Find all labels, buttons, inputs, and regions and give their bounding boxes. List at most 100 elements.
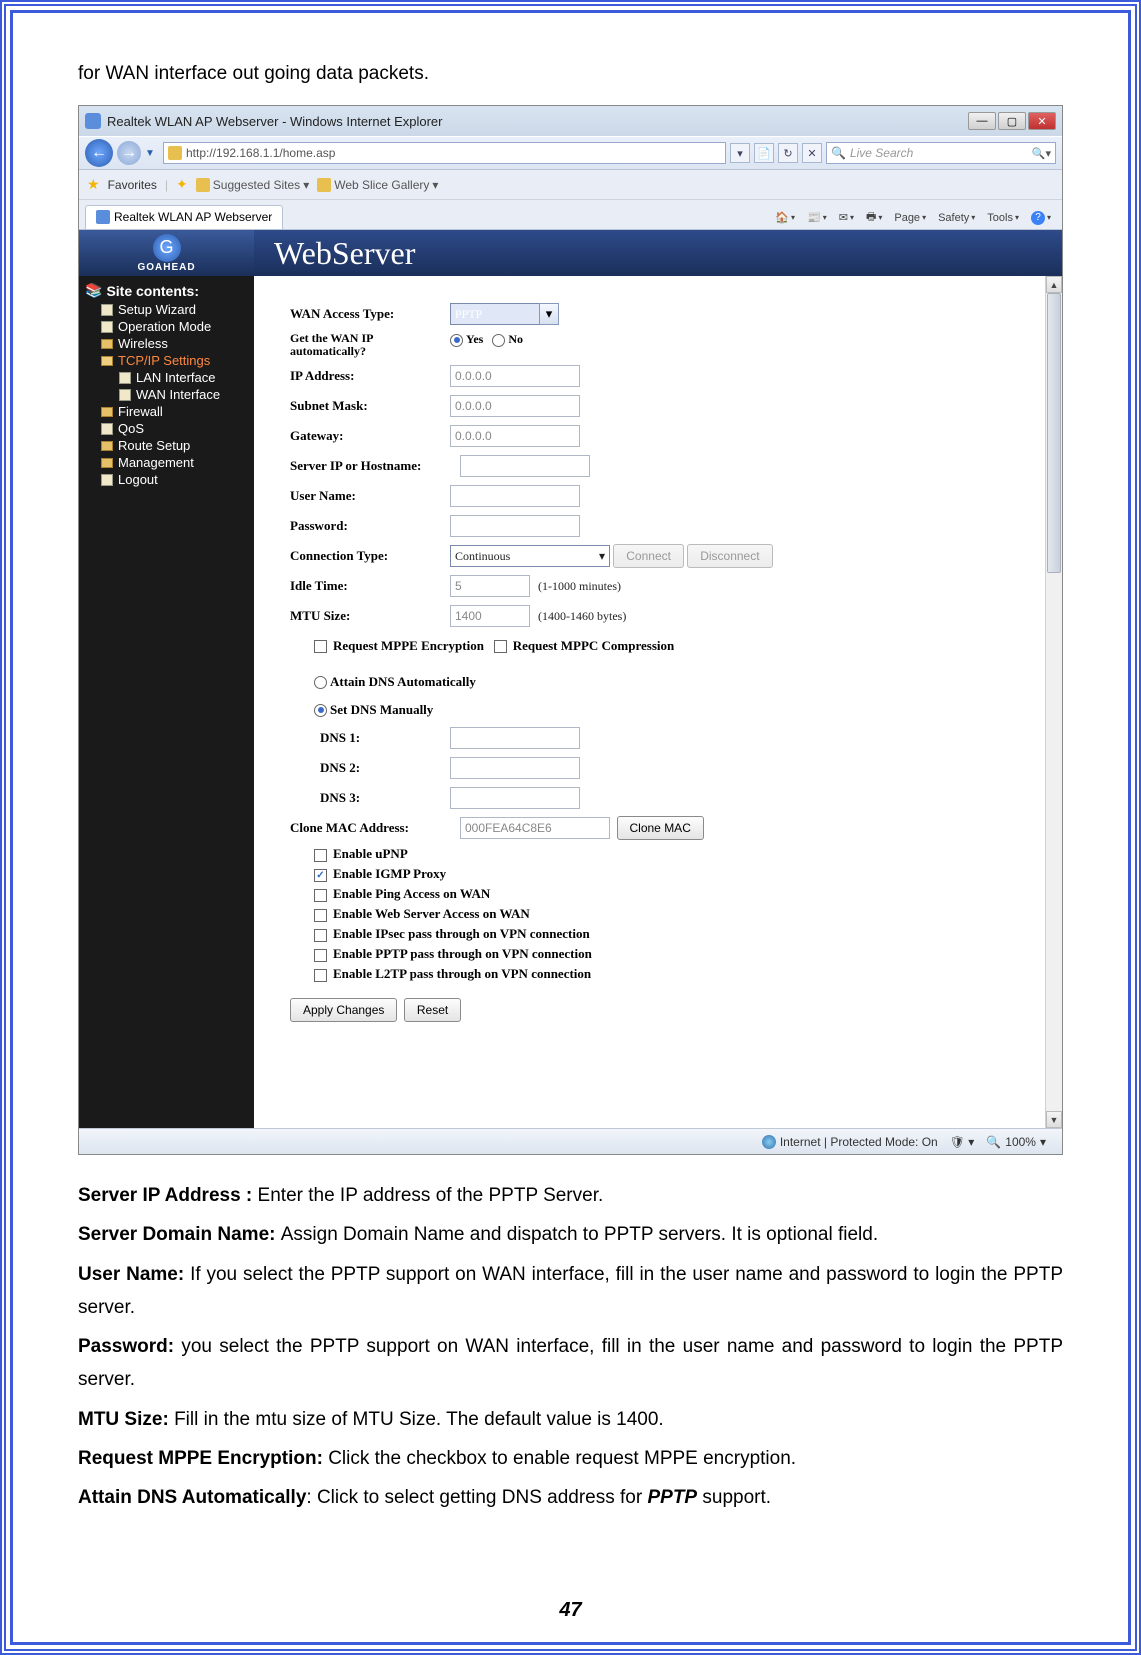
tree-logout[interactable]: Logout	[85, 471, 254, 488]
mppe-checkbox[interactable]	[314, 640, 327, 653]
reset-button[interactable]: Reset	[404, 998, 461, 1022]
mtu-input[interactable]	[450, 605, 530, 627]
tree-qos[interactable]: QoS	[85, 420, 254, 437]
safety-menu[interactable]: Safety▾	[933, 210, 980, 226]
tree-tcpip[interactable]: TCP/IP Settings	[85, 352, 254, 369]
page-menu[interactable]: Page▾	[889, 210, 931, 226]
zoom-status[interactable]: 🔍 100% ▾	[980, 1135, 1052, 1149]
wan-ip-yes-radio[interactable]	[450, 334, 463, 347]
mail-icon[interactable]: ✉▾	[834, 209, 859, 226]
page-number: 47	[13, 1599, 1128, 1622]
password-label: Password:	[290, 518, 450, 534]
l2tp-label: Enable L2TP pass through on VPN connecti…	[333, 966, 591, 981]
close-button[interactable]: ✕	[1028, 112, 1056, 130]
upnp-checkbox[interactable]	[314, 849, 327, 862]
scroll-up-icon[interactable]: ▲	[1046, 276, 1062, 293]
apply-button[interactable]: Apply Changes	[290, 998, 397, 1022]
dns2-input[interactable]	[450, 757, 580, 779]
url-dropdown-icon[interactable]: ▾	[730, 143, 750, 163]
connect-button[interactable]: Connect	[613, 544, 684, 568]
l2tp-checkbox[interactable]	[314, 969, 327, 982]
page-icon	[317, 178, 331, 192]
search-input[interactable]: 🔍 Live Search 🔍▾	[826, 142, 1056, 164]
search-placeholder: Live Search	[850, 146, 1028, 160]
wan-ip-no-radio[interactable]	[492, 334, 505, 347]
mppc-checkbox[interactable]	[494, 640, 507, 653]
username-label: User Name:	[290, 488, 450, 504]
chevron-down-icon[interactable]: ▾	[539, 303, 559, 325]
minimize-button[interactable]: —	[968, 112, 996, 130]
subnet-input[interactable]	[450, 395, 580, 417]
webserver-checkbox[interactable]	[314, 909, 327, 922]
ip-address-input[interactable]	[450, 365, 580, 387]
conn-type-select[interactable]: Continuous▾	[450, 545, 610, 567]
tree-setup-wizard[interactable]: Setup Wizard	[85, 301, 254, 318]
url-text: http://192.168.1.1/home.asp	[186, 146, 721, 160]
desc-mppe: Click the checkbox to enable request MPP…	[328, 1448, 796, 1469]
tree-route-setup[interactable]: Route Setup	[85, 437, 254, 454]
favorites-label: Favorites	[108, 178, 157, 192]
username-input[interactable]	[450, 485, 580, 507]
dns-auto-radio[interactable]	[314, 676, 327, 689]
home-icon[interactable]: 🏠▾	[770, 209, 800, 226]
ie-icon	[85, 113, 101, 129]
dns3-input[interactable]	[450, 787, 580, 809]
webserver-header: G GOAHEAD WebServer	[79, 230, 1062, 276]
fav-link-webslice[interactable]: Web Slice Gallery ▾	[317, 178, 438, 192]
scroll-thumb[interactable]	[1047, 293, 1061, 573]
scroll-down-icon[interactable]: ▼	[1046, 1111, 1062, 1128]
tree-wan-interface[interactable]: WAN Interface	[85, 386, 254, 403]
stop-button[interactable]: ✕	[802, 143, 822, 163]
mtu-hint: (1400-1460 bytes)	[538, 609, 626, 624]
url-input[interactable]: http://192.168.1.1/home.asp	[163, 142, 726, 164]
gateway-label: Gateway:	[290, 428, 450, 444]
server-ip-input[interactable]	[460, 455, 590, 477]
status-bar: Internet | Protected Mode: On 🛡 ▾ 🔍 100%…	[79, 1128, 1062, 1154]
ipsec-checkbox[interactable]	[314, 929, 327, 942]
refresh-button[interactable]: ↻	[778, 143, 798, 163]
wan-form: ▲ ▼ WAN Access Type: PPTP ▾ Get the WAN …	[254, 276, 1062, 1128]
tree-lan-interface[interactable]: LAN Interface	[85, 369, 254, 386]
desc-domain-hd: Server Domain Name:	[78, 1224, 281, 1245]
dns1-input[interactable]	[450, 727, 580, 749]
gateway-input[interactable]	[450, 425, 580, 447]
fav-link-suggested[interactable]: Suggested Sites ▾	[196, 178, 309, 192]
help-icon[interactable]: ?▾	[1026, 209, 1056, 227]
nav-history-dropdown[interactable]: ▼	[145, 148, 159, 159]
tree-wireless[interactable]: Wireless	[85, 335, 254, 352]
mtu-label: MTU Size:	[290, 608, 450, 624]
desc-mtu: Fill in the mtu size of MTU Size. The de…	[174, 1409, 664, 1430]
pptp-checkbox[interactable]	[314, 949, 327, 962]
print-icon[interactable]: 🖶▾	[861, 206, 887, 229]
clone-mac-button[interactable]: Clone MAC	[617, 816, 704, 840]
forward-button[interactable]: →	[117, 141, 141, 165]
add-fav-icon[interactable]: ✦	[176, 176, 188, 193]
wan-access-select[interactable]: PPTP	[450, 303, 540, 325]
protected-icon[interactable]: 🛡 ▾	[944, 1135, 981, 1149]
server-ip-label: Server IP or Hostname:	[290, 458, 460, 474]
compat-icon[interactable]: 📄	[754, 143, 774, 163]
maximize-button[interactable]: ▢	[998, 112, 1026, 130]
tree-management[interactable]: Management	[85, 454, 254, 471]
tree-firewall[interactable]: Firewall	[85, 403, 254, 420]
clone-mac-input[interactable]	[460, 817, 610, 839]
mppe-label: Request MPPE Encryption	[333, 638, 484, 654]
back-button[interactable]: ←	[85, 139, 113, 167]
tools-menu[interactable]: Tools▾	[982, 210, 1024, 226]
scrollbar[interactable]: ▲ ▼	[1045, 276, 1062, 1128]
desc-mtu-hd: MTU Size:	[78, 1409, 174, 1430]
dns-manual-radio[interactable]	[314, 704, 327, 717]
igmp-checkbox[interactable]: ✓	[314, 869, 327, 882]
dns3-label: DNS 3:	[290, 790, 450, 806]
ping-checkbox[interactable]	[314, 889, 327, 902]
disconnect-button[interactable]: Disconnect	[687, 544, 772, 568]
desc-password-hd: Password:	[78, 1336, 181, 1357]
search-go-icon[interactable]: 🔍▾	[1032, 147, 1051, 160]
favorites-bar: ★ Favorites | ✦ Suggested Sites ▾ Web Sl…	[79, 170, 1062, 200]
password-input[interactable]	[450, 515, 580, 537]
idle-input[interactable]	[450, 575, 530, 597]
tree-operation-mode[interactable]: Operation Mode	[85, 318, 254, 335]
feeds-icon[interactable]: 📰▾	[802, 209, 832, 226]
favorites-star-icon[interactable]: ★	[87, 176, 100, 193]
browser-tab[interactable]: Realtek WLAN AP Webserver	[85, 205, 283, 229]
